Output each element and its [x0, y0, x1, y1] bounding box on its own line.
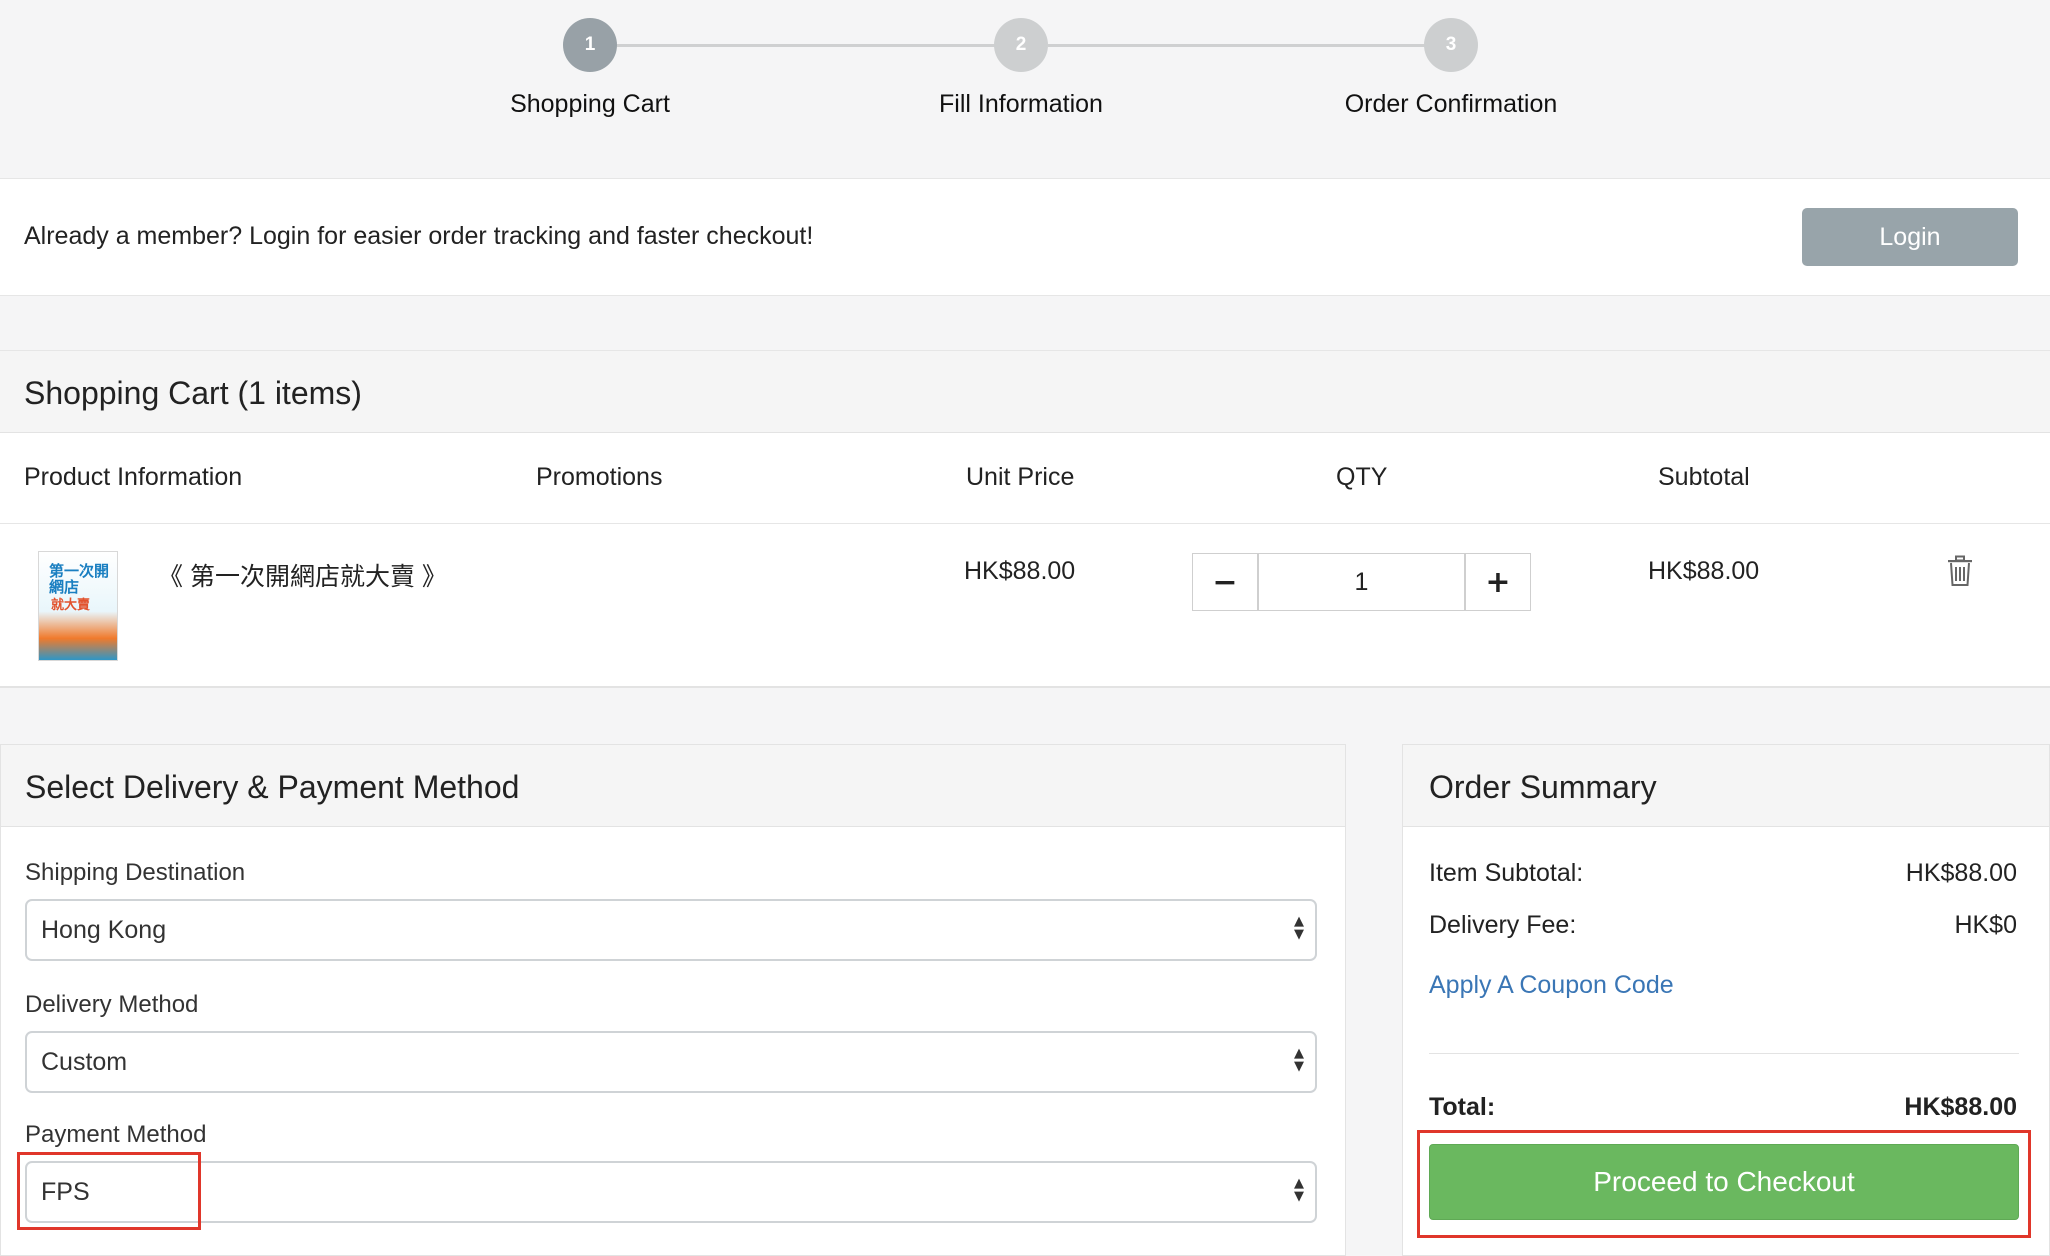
item-subtotal-value: HK$88.00	[1905, 859, 2017, 887]
payment-method-select[interactable]: FPS ▲ ▼	[25, 1161, 1317, 1223]
summary-divider	[1429, 1053, 2019, 1054]
cover-title: 第一次開網店	[49, 563, 110, 596]
cover-subtitle: 就大賣	[51, 597, 91, 612]
summary-header: Order Summary	[1403, 745, 2049, 827]
shopping-cart-panel: Shopping Cart (1 items) Product Informat…	[0, 350, 2050, 688]
delivery-method-select[interactable]: Custom ▲ ▼	[25, 1031, 1317, 1093]
qty-increase-button[interactable]: +	[1465, 553, 1531, 611]
select-arrows-icon: ▲ ▼	[1294, 1176, 1304, 1204]
step-1-label: Shopping Cart	[510, 90, 670, 118]
col-qty: QTY	[1336, 463, 1388, 491]
plus-icon: +	[1485, 564, 1511, 600]
delivery-method-value: Custom	[41, 1048, 128, 1076]
col-promotions: Promotions	[536, 463, 663, 491]
step-3-label: Order Confirmation	[1344, 90, 1558, 118]
shipping-destination-value: Hong Kong	[41, 916, 167, 944]
col-subtotal: Subtotal	[1658, 463, 1750, 491]
cart-title: Shopping Cart (1 items)	[24, 375, 362, 411]
delivery-header: Select Delivery & Payment Method	[1, 745, 1345, 827]
select-arrows-icon: ▲ ▼	[1294, 1046, 1304, 1074]
proceed-to-checkout-button[interactable]: Proceed to Checkout	[1429, 1144, 2019, 1220]
item-subtotal-label: Item Subtotal:	[1429, 859, 1584, 887]
step-2-label: Fill Information	[939, 90, 1103, 118]
unit-price: HK$88.00	[964, 557, 1076, 585]
delivery-title: Select Delivery & Payment Method	[25, 769, 520, 805]
product-thumbnail[interactable]: 第一次開網店 就大賣	[38, 551, 118, 661]
member-login-bar: Already a member? Login for easier order…	[0, 178, 2050, 296]
minus-icon: −	[1212, 564, 1238, 600]
step-2-indicator: 2	[994, 18, 1048, 72]
product-name-link[interactable]: 《 第一次開網店就大賣 》	[158, 557, 447, 593]
step-connector	[1048, 44, 1428, 47]
checkout-page: 1 2 3 Shopping Cart Fill Information Ord…	[0, 0, 2050, 1256]
header-divider	[0, 523, 2050, 524]
delivery-method-label: Delivery Method	[25, 991, 199, 1018]
member-prompt: Already a member? Login for easier order…	[24, 222, 814, 250]
order-summary-panel: Order Summary Item Subtotal: HK$88.00 De…	[1402, 744, 2050, 1256]
select-arrows-icon: ▲ ▼	[1294, 914, 1304, 942]
item-subtotal: HK$88.00	[1648, 557, 1760, 585]
checkout-stepper: 1 2 3 Shopping Cart Fill Information Ord…	[0, 0, 2050, 178]
login-button[interactable]: Login	[1802, 208, 2018, 266]
trash-icon[interactable]	[1946, 555, 1974, 587]
payment-method-value: FPS	[41, 1178, 90, 1206]
apply-coupon-link[interactable]: Apply A Coupon Code	[1429, 971, 1674, 1000]
step-connector	[617, 44, 997, 47]
qty-input[interactable]	[1258, 553, 1465, 611]
total-value: HK$88.00	[1904, 1093, 2017, 1121]
step-1-indicator: 1	[563, 18, 617, 72]
col-product-information: Product Information	[24, 463, 243, 491]
col-unit-price: Unit Price	[966, 463, 1075, 491]
delivery-fee-label: Delivery Fee:	[1429, 911, 1577, 939]
payment-method-label: Payment Method	[25, 1121, 207, 1148]
summary-title: Order Summary	[1429, 769, 1657, 805]
total-label: Total:	[1429, 1093, 1496, 1121]
step-3-indicator: 3	[1424, 18, 1478, 72]
delivery-fee-value: HK$0	[1954, 911, 2017, 939]
cart-header: Shopping Cart (1 items)	[0, 351, 2050, 433]
qty-decrease-button[interactable]: −	[1192, 553, 1258, 611]
delivery-payment-panel: Select Delivery & Payment Method Shippin…	[0, 744, 1346, 1256]
shipping-destination-select[interactable]: Hong Kong ▲ ▼	[25, 899, 1317, 961]
shipping-destination-label: Shipping Destination	[25, 859, 246, 886]
